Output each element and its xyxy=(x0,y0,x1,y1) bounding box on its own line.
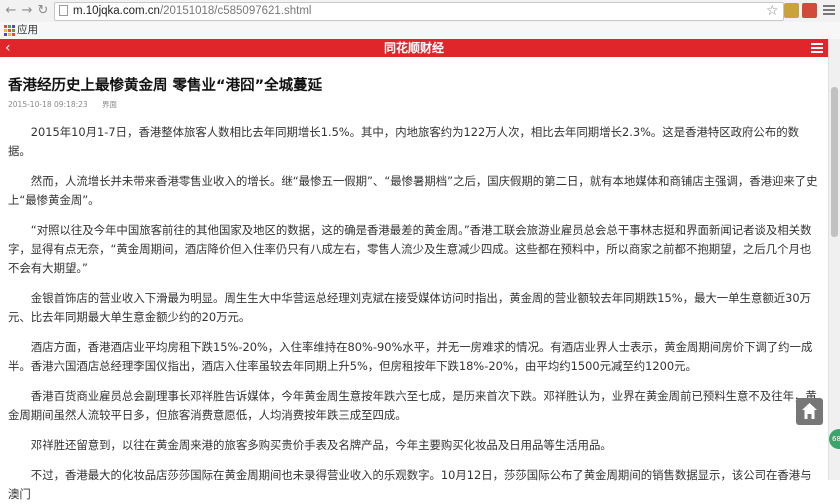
hamburger-menu-icon[interactable] xyxy=(811,43,823,53)
article-paragraph: 然而，人流增长并未带来香港零售业收入的增长。继“最惨五一假期”、“最惨暑期档”之… xyxy=(8,174,818,207)
apps-bookmark[interactable]: 应用 xyxy=(17,24,38,37)
browser-menu-icon[interactable] xyxy=(822,3,836,18)
back-arrow-icon[interactable]: ← xyxy=(4,3,18,19)
scrollbar-thumb[interactable] xyxy=(831,87,838,237)
apps-grid-icon[interactable] xyxy=(4,25,15,36)
article-paragraph: “对照以往及今年中国旅客前往的其他国家及地区的数据，这的确是香港最差的黄金周。”… xyxy=(8,223,812,275)
article: 香港经历史上最惨黄金周 零售业“港囧”全城蔓延 2015-10-18 09:18… xyxy=(8,57,820,504)
forward-arrow-icon[interactable]: → xyxy=(20,3,34,19)
article-source: 界面 xyxy=(102,100,118,109)
url-path: /20151018/c585097621.shtml xyxy=(159,5,312,17)
extension-icon[interactable] xyxy=(802,3,817,18)
article-paragraph: 酒店方面，香港酒店业平均房租下跌15%-20%，入住率维持在80%-90%水平，… xyxy=(8,340,813,373)
article-paragraph: 不过，香港最大的化妆品店莎莎国际在黄金周期间也未录得营业收入的乐观数字。10月1… xyxy=(8,468,812,501)
article-title: 香港经历史上最惨黄金周 零售业“港囧”全城蔓延 xyxy=(8,78,323,94)
bookmark-star-icon[interactable]: ☆ xyxy=(766,2,779,20)
address-url[interactable]: m.10jqka.com.cn/20151018/c585097621.shtm… xyxy=(73,4,311,19)
page-scrollbar[interactable] xyxy=(828,39,840,480)
extension-icon[interactable] xyxy=(784,3,799,18)
address-bar[interactable]: m.10jqka.com.cn/20151018/c585097621.shtm… xyxy=(54,2,784,21)
article-paragraph: 邓祥胜还留意到，以往在黄金周来港的旅客多购买贵价手表及名牌产品，今年主要购买化妆… xyxy=(30,438,612,452)
chevron-left-icon[interactable]: ‹ xyxy=(5,39,11,57)
url-host: m.10jqka.com.cn xyxy=(73,5,160,17)
home-icon xyxy=(802,403,817,419)
article-date: 2015-10-18 09:18:23 xyxy=(8,100,88,109)
page-icon xyxy=(59,5,68,16)
article-meta: 2015-10-18 09:18:23 界面 xyxy=(8,100,820,110)
site-header: 同花顺财经 ‹ xyxy=(0,39,828,57)
article-paragraph: 2015年10月1-7日，香港整体旅客人数相比去年同期增长1.5%。其中，内地旅… xyxy=(8,125,799,158)
browser-toolbar: ← → ↻ m.10jqka.com.cn/20151018/c58509762… xyxy=(0,0,840,23)
site-brand[interactable]: 同花顺财经 xyxy=(0,39,828,57)
article-paragraph: 香港百货商业雇员总会副理事长邓祥胜告诉媒体，今年黄金周生意按年跌六至七成，是历来… xyxy=(8,389,817,422)
bookmarks-bar: 应用 xyxy=(0,22,840,40)
article-paragraph: 金银首饰店的营业收入下滑最为明显。周生生大中华营运总经理刘克斌在接受媒体访问时指… xyxy=(8,291,812,324)
home-button[interactable] xyxy=(796,398,823,425)
reload-icon[interactable]: ↻ xyxy=(36,3,50,19)
